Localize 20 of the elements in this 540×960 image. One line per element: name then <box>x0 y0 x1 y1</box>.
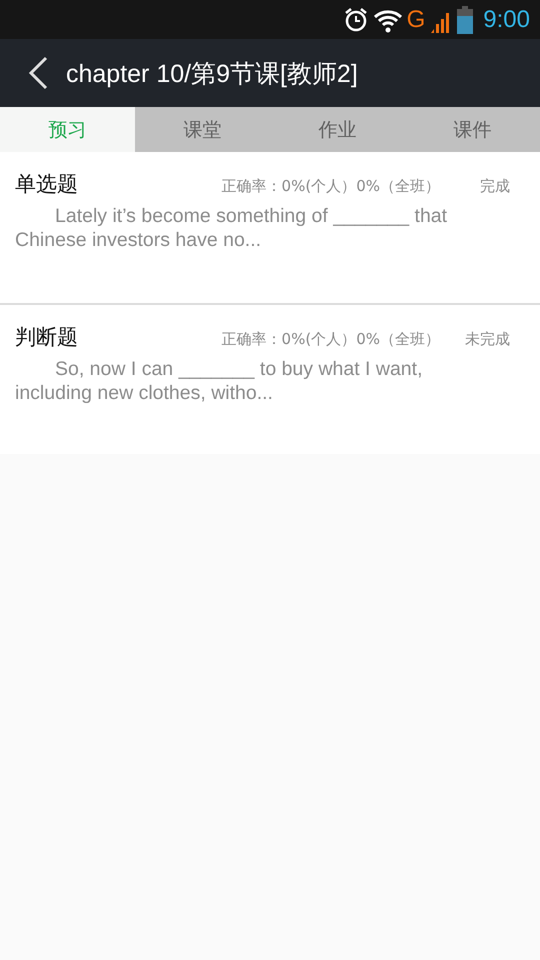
accuracy-text: 正确率：0%(个人）0%（全班） <box>222 177 440 196</box>
tab[interactable]: 作业 <box>270 107 405 152</box>
network-type: G <box>406 6 426 34</box>
accuracy-text: 正确率：0%(个人）0%（全班） <box>222 330 440 349</box>
battery-icon <box>457 6 474 34</box>
completion-status: 完成 <box>479 177 510 196</box>
question-type: 单选题 <box>15 171 79 198</box>
back-icon[interactable] <box>28 56 48 90</box>
page-title: chapter 10/第9节课[教师2] <box>66 58 358 90</box>
tab[interactable]: 课堂 <box>135 107 270 152</box>
tab[interactable]: 预习 <box>0 107 135 152</box>
question-card[interactable]: 单选题 正确率：0%(个人）0%（全班） 完成 Lately it’s become something of _______ that Chinese investors have no... <box>0 152 540 305</box>
question-excerpt: So, now I can _______ to buy what I want, including new clothes, witho... <box>15 357 424 405</box>
question-card[interactable]: 判断题 正确率：0%(个人）0%（全班） 未完成 So, now I can _______ to buy what I want, including new clothes, witho... <box>0 305 540 454</box>
question-excerpt: Lately it’s become something of _______ that Chinese investors have no... <box>15 204 448 252</box>
tab[interactable]: 课件 <box>405 107 540 152</box>
question-type: 判断题 <box>15 324 79 351</box>
clock-time: 9:00 <box>483 6 530 34</box>
completion-status: 未完成 <box>464 330 510 349</box>
alarm-icon <box>342 6 369 32</box>
